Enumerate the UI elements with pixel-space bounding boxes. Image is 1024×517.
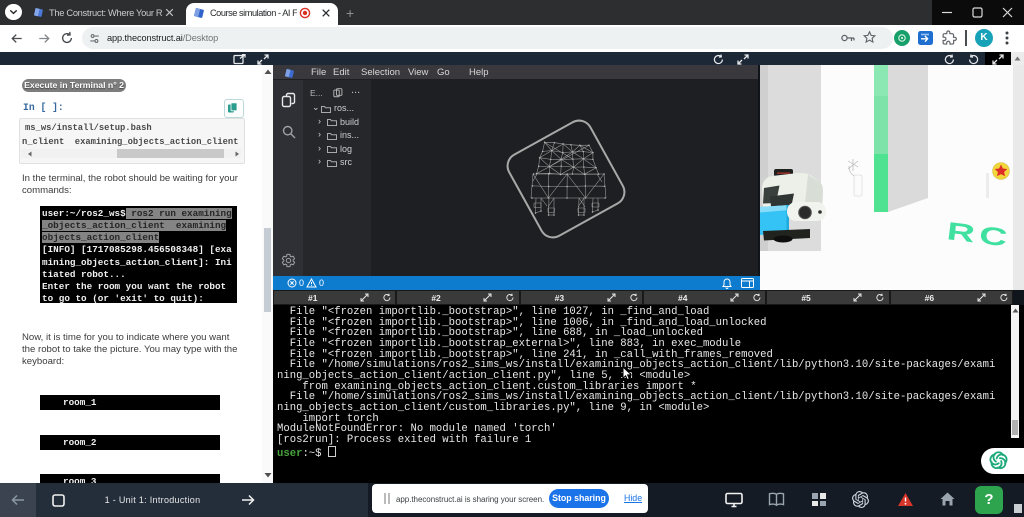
svg-text:RC: RC bbox=[945, 216, 1013, 252]
